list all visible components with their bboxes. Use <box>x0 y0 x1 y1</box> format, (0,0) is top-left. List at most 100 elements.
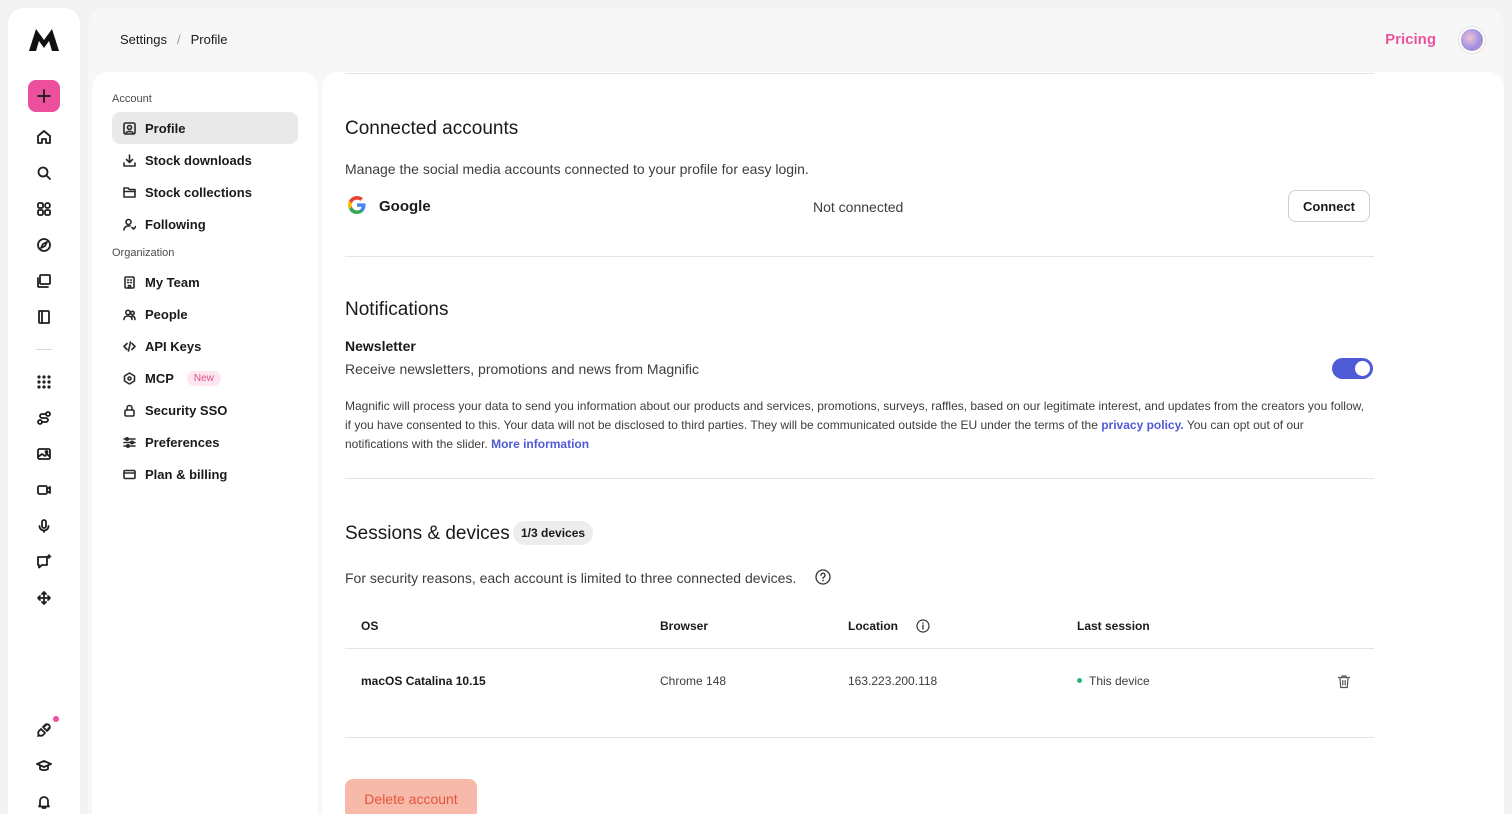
sidebar-item-profile[interactable]: Profile <box>112 112 298 144</box>
table-header-divider <box>345 648 1374 649</box>
provider-name: Google <box>379 198 431 215</box>
top-bar: Settings / Profile Pricing <box>88 8 1504 72</box>
people-icon <box>123 308 136 320</box>
connect-button[interactable]: Connect <box>1288 190 1370 222</box>
sidebar-item-label: Plan & billing <box>145 466 228 482</box>
sliders-icon <box>123 436 136 448</box>
row-browser: Chrome 148 <box>660 674 727 688</box>
sidebar-item-security-sso[interactable]: Security SSO <box>112 394 298 426</box>
library-icon[interactable] <box>32 269 56 293</box>
divider <box>345 737 1374 738</box>
breadcrumb-profile: Profile <box>190 32 228 47</box>
newsletter-description: Receive newsletters, promotions and news… <box>345 361 700 377</box>
connected-accounts-description: Manage the social media accounts connect… <box>345 161 809 177</box>
column-header-os: OS <box>361 619 379 633</box>
sidebar-item-plan-billing[interactable]: Plan & billing <box>112 458 298 490</box>
chat-sparkle-icon[interactable] <box>32 550 56 574</box>
bell-icon[interactable] <box>32 790 56 814</box>
info-icon[interactable] <box>916 619 930 633</box>
sidebar-item-label: Preferences <box>145 434 220 450</box>
user-follow-icon <box>123 218 136 231</box>
book-icon[interactable] <box>32 305 56 329</box>
sidebar-item-label: Stock downloads <box>145 152 252 168</box>
privacy-policy-link[interactable]: privacy policy. <box>1101 418 1183 432</box>
newsletter-title: Newsletter <box>345 338 416 354</box>
building-icon <box>124 275 135 289</box>
explore-icon[interactable] <box>32 233 56 257</box>
google-account-row: Google Not connected Connect <box>345 187 1374 227</box>
sidebar-item-people[interactable]: People <box>112 298 298 330</box>
account-group-label: Account <box>112 93 152 105</box>
learn-icon[interactable] <box>32 754 56 778</box>
last-session-label: This device <box>1089 674 1150 688</box>
apps-icon[interactable] <box>32 197 56 221</box>
search-icon[interactable] <box>32 161 56 185</box>
rail-divider <box>36 349 52 350</box>
sidebar-item-label: Security SSO <box>145 402 228 418</box>
sidebar-item-my-team[interactable]: My Team <box>112 266 298 298</box>
sidebar-item-preferences[interactable]: Preferences <box>112 426 298 458</box>
divider <box>345 256 1374 257</box>
plus-icon <box>37 89 51 103</box>
image-icon[interactable] <box>32 442 56 466</box>
notification-dot <box>53 716 59 722</box>
trash-icon[interactable] <box>1337 674 1351 689</box>
column-header-browser: Browser <box>660 619 709 633</box>
workflow-icon[interactable] <box>32 406 56 430</box>
settings-sidebar: Account Profile Stock downloads Stock co… <box>92 72 318 814</box>
mcp-icon <box>123 371 136 385</box>
column-header-location: Location <box>848 619 898 633</box>
sidebar-item-following[interactable]: Following <box>112 208 298 240</box>
sidebar-item-mcp[interactable]: MCP New <box>112 362 298 394</box>
breadcrumb: Settings / Profile <box>120 32 227 47</box>
sidebar-item-label: Following <box>145 216 206 232</box>
active-status-dot <box>1077 678 1082 684</box>
home-icon[interactable] <box>32 125 56 149</box>
sidebar-item-label: My Team <box>145 274 200 290</box>
sidebar-item-label: Stock collections <box>145 184 252 200</box>
breadcrumb-separator: / <box>176 32 181 47</box>
delete-account-button[interactable]: Delete account <box>345 779 477 814</box>
microphone-icon[interactable] <box>32 514 56 538</box>
app-rail <box>8 8 80 814</box>
help-icon[interactable] <box>815 569 831 585</box>
more-information-link[interactable]: More information <box>491 437 589 451</box>
divider <box>345 73 1374 74</box>
google-icon <box>348 196 366 214</box>
row-last-session: This device <box>1077 674 1150 688</box>
video-icon[interactable] <box>32 478 56 502</box>
row-os: macOS Catalina 10.15 <box>361 674 486 688</box>
sidebar-item-api-keys[interactable]: API Keys <box>112 330 298 362</box>
newsletter-toggle[interactable] <box>1332 358 1373 379</box>
grid-icon[interactable] <box>32 370 56 394</box>
move-icon[interactable] <box>32 586 56 610</box>
organization-group-label: Organization <box>112 247 175 259</box>
download-icon <box>123 153 136 167</box>
column-header-last-session: Last session <box>1077 619 1150 633</box>
new-badge: New <box>186 370 221 386</box>
row-location: 163.223.200.118 <box>848 674 938 688</box>
newsletter-legal-text: Magnific will process your data to send … <box>345 397 1370 454</box>
create-button[interactable] <box>28 80 60 112</box>
magnific-logo[interactable] <box>28 28 60 52</box>
sidebar-item-label: Profile <box>145 120 186 136</box>
breadcrumb-settings[interactable]: Settings <box>120 32 167 47</box>
profile-icon <box>123 121 136 135</box>
sidebar-item-label: MCP <box>145 370 174 386</box>
settings-content: Connected accounts Manage the social med… <box>322 72 1504 814</box>
folder-icon <box>123 186 136 198</box>
toggle-knob <box>1355 361 1370 376</box>
sidebar-item-label: People <box>145 306 188 322</box>
pricing-link[interactable]: Pricing <box>1385 31 1436 48</box>
device-count-badge: 1/3 devices <box>513 521 594 545</box>
sidebar-item-label: API Keys <box>145 338 202 354</box>
code-icon <box>123 340 136 352</box>
sidebar-item-stock-collections[interactable]: Stock collections <box>112 176 298 208</box>
sidebar-item-stock-downloads[interactable]: Stock downloads <box>112 144 298 176</box>
plugin-icon[interactable] <box>32 718 56 742</box>
lock-icon <box>124 404 135 417</box>
card-icon <box>123 469 136 479</box>
connected-accounts-title: Connected accounts <box>345 118 519 139</box>
divider <box>345 478 1374 479</box>
avatar[interactable] <box>1459 27 1485 53</box>
